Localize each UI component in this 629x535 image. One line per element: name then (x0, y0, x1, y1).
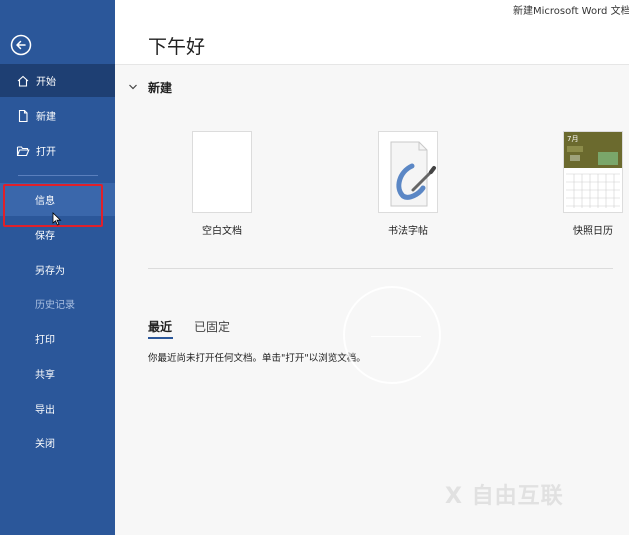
nav-item-export[interactable]: 导出 (0, 392, 115, 425)
active-tab-indicator (148, 337, 173, 339)
nav-item-save-as[interactable]: 另存为 (0, 253, 115, 286)
mouse-cursor-icon (52, 212, 62, 226)
watermark: X 自由互联 (445, 484, 564, 509)
tab-recent[interactable]: 最近 (148, 318, 172, 335)
template-label: 空白文档 (202, 226, 242, 237)
nav-item-label: 打印 (35, 335, 55, 346)
template-thumbnail: 7月 (563, 131, 623, 213)
template-thumbnail (192, 131, 252, 213)
backstage-sidebar: 开始 新建 打开 信息 保存 另存为 历史记录 打印 共享 导出 关闭 (0, 0, 115, 535)
nav-item-label: 关闭 (35, 439, 55, 450)
nav-item-print[interactable]: 打印 (0, 322, 115, 355)
template-label: 快照日历 (573, 226, 613, 237)
chevron-down-icon[interactable] (128, 82, 138, 92)
calligraphy-brush-icon (390, 141, 436, 207)
empty-recent-message: 你最近尚未打开任何文档。单击"打开"以浏览文档。 (148, 353, 366, 364)
loading-spinner-dash (371, 336, 421, 337)
template-thumbnail (378, 131, 438, 213)
nav-divider (18, 175, 98, 176)
template-calligraphy[interactable]: 书法字帖 (358, 131, 458, 237)
nav-item-new[interactable]: 新建 (0, 99, 115, 132)
greeting-heading: 下午好 (148, 36, 206, 58)
template-snapshot-calendar[interactable]: 7月 快照日历 (543, 131, 629, 237)
nav-item-close[interactable]: 关闭 (0, 426, 115, 459)
loading-spinner-icon (343, 286, 441, 384)
section-divider (148, 268, 613, 269)
nav-item-label: 打开 (36, 147, 56, 158)
nav-item-label: 共享 (35, 370, 55, 381)
tab-pinned[interactable]: 已固定 (194, 318, 230, 335)
open-folder-icon (16, 145, 30, 156)
template-label: 书法字帖 (388, 226, 428, 237)
calendar-thumbnail-icon: 7月 (564, 132, 622, 208)
nav-item-home[interactable]: 开始 (0, 64, 115, 97)
nav-item-open[interactable]: 打开 (0, 134, 115, 167)
nav-item-label: 开始 (36, 77, 56, 88)
nav-item-label: 历史记录 (35, 300, 75, 311)
nav-item-label: 另存为 (35, 266, 65, 277)
nav-item-label: 保存 (35, 231, 55, 242)
nav-item-history: 历史记录 (0, 287, 115, 320)
new-document-icon (18, 109, 28, 122)
nav-item-label: 导出 (35, 405, 55, 416)
back-arrow-icon[interactable] (10, 34, 32, 56)
calendar-month-label: 7月 (567, 135, 578, 143)
nav-item-label: 新建 (36, 112, 56, 123)
nav-item-share[interactable]: 共享 (0, 357, 115, 390)
new-section-title: 新建 (148, 81, 173, 95)
template-blank-document[interactable]: 空白文档 (172, 131, 272, 237)
window-title: 新建Microsoft Word 文档 (513, 6, 629, 17)
home-icon (17, 75, 29, 87)
